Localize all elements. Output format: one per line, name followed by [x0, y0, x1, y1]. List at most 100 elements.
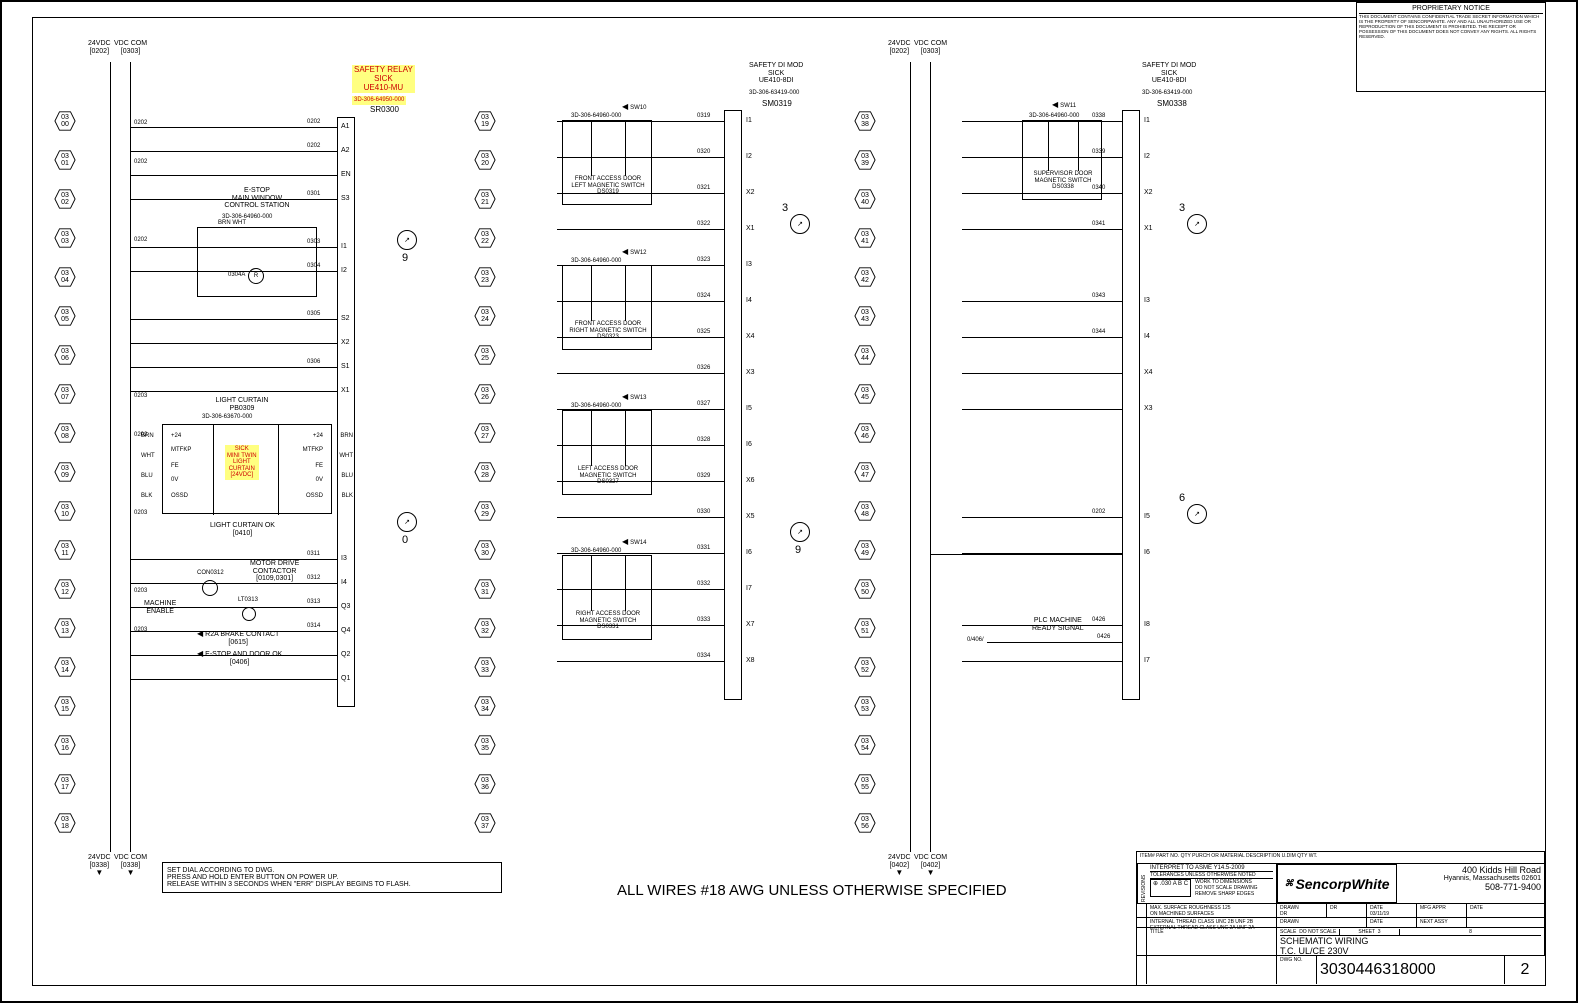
row-marker: 03 02	[54, 188, 76, 210]
sw11: SW11	[1052, 100, 1076, 109]
r2a-label: R2A BRAKE CONTACT [0615]	[197, 630, 279, 646]
pin-Q3: Q3	[341, 603, 350, 610]
pin-X4: X4	[746, 333, 755, 340]
sr0300-title: SAFETY RELAY SICK UE410-MU	[352, 65, 415, 93]
row-marker: 03 40	[854, 188, 876, 210]
pin-X2: X2	[1144, 189, 1153, 196]
switch-ds0338: 3D-306-64960-000 SUPERVISOR DOOR MAGNETI…	[1022, 120, 1102, 200]
row-marker: 03 04	[54, 266, 76, 288]
bus-24vdc-col1	[110, 62, 111, 852]
row-marker: 03 27	[474, 422, 496, 444]
sheetref-0: ↗	[397, 512, 417, 532]
lc-box: SICK MINI TWIN LIGHT CURTAIN [24VDC] BRN…	[162, 424, 332, 514]
drawing-number: 3030446318000	[1317, 956, 1505, 984]
bus-label-col3-tr: VDC COM [0303]	[914, 40, 947, 55]
module-sr0300	[337, 117, 355, 707]
row-marker: 03 03	[54, 227, 76, 249]
pin-X3: X3	[1144, 405, 1153, 412]
title-block: ITEM# PART NO. QTY PURCH OR MATERIAL DES…	[1136, 851, 1546, 986]
pin-I8: I8	[1144, 621, 1150, 628]
row-marker: 03 34	[474, 695, 496, 717]
drawing-sheet: PROPRIETARY NOTICE THIS DOCUMENT CONTAIN…	[0, 0, 1578, 1003]
pin-S2: S2	[341, 315, 350, 322]
bus-com-col1	[130, 62, 131, 852]
row-marker: 03 53	[854, 695, 876, 717]
row-marker: 03 11	[54, 539, 76, 561]
bus-label-col3-bl: 24VDC [0402]	[888, 854, 911, 878]
proprietary-body: THIS DOCUMENT CONTAINS CONFIDENTIAL TRAD…	[1359, 15, 1543, 40]
row-marker: 03 29	[474, 500, 496, 522]
row-marker: 03 25	[474, 344, 496, 366]
sm0338-title: SAFETY DI MOD SICK UE410-8DI	[1142, 62, 1196, 85]
lc-label: LIGHT CURTAIN PB0309	[172, 397, 312, 412]
row-marker: 03 42	[854, 266, 876, 288]
row-marker: 03 39	[854, 149, 876, 171]
pin-I2: I2	[746, 153, 752, 160]
row-marker: 03 10	[54, 500, 76, 522]
sm0338-partno: 3D-306-63419-000	[1142, 90, 1192, 97]
row-marker: 03 46	[854, 422, 876, 444]
bus-label-col1-tr: VDC COM [0303]	[114, 40, 147, 55]
wire-spec-note: ALL WIRES #18 AWG UNLESS OTHERWISE SPECI…	[617, 882, 1007, 899]
company-logo: ⌘SencorpWhite	[1277, 864, 1397, 903]
pin-I6: I6	[1144, 549, 1150, 556]
row-marker: 03 36	[474, 773, 496, 795]
row-marker: 03 18	[54, 812, 76, 834]
pin-S3: S3	[341, 195, 350, 202]
pin-X4: X4	[1144, 369, 1153, 376]
pin-A1: A1	[341, 123, 350, 130]
row-marker: 03 13	[54, 617, 76, 639]
module-sm0338	[1122, 110, 1140, 700]
row-marker: 03 08	[54, 422, 76, 444]
sm0319-title: SAFETY DI MOD SICK UE410-8DI	[749, 62, 803, 85]
pin-X6: X6	[746, 477, 755, 484]
pin-I7: I7	[746, 585, 752, 592]
pin-I3: I3	[746, 261, 752, 268]
tb-revisions-label: REVISIONS	[1137, 864, 1147, 903]
pin-Q4: Q4	[341, 627, 350, 634]
row-marker: 03 35	[474, 734, 496, 756]
row-marker: 03 44	[854, 344, 876, 366]
row-marker: 03 09	[54, 461, 76, 483]
sm0319-ref: SM0319	[762, 100, 792, 109]
row-marker: 03 26	[474, 383, 496, 405]
sheetref-9a: ↗	[397, 230, 417, 250]
pin-I4: I4	[1144, 333, 1150, 340]
sm0319-partno: 3D-306-63419-000	[749, 90, 799, 97]
pin-X2: X2	[341, 339, 350, 346]
pin-EN: EN	[341, 171, 351, 178]
pin-X8: X8	[746, 657, 755, 664]
pin-X5: X5	[746, 513, 755, 520]
row-marker: 03 31	[474, 578, 496, 600]
pin-I4: I4	[746, 297, 752, 304]
pin-I5: I5	[746, 405, 752, 412]
pin-A2: A2	[341, 147, 350, 154]
row-marker: 03 19	[474, 110, 496, 132]
tb-rev-header: ITEM# PART NO. QTY PURCH OR MATERIAL DES…	[1137, 852, 1545, 863]
lc-highlight: SICK MINI TWIN LIGHT CURTAIN [24VDC]	[225, 445, 259, 480]
pin-X7: X7	[746, 621, 755, 628]
row-marker: 03 43	[854, 305, 876, 327]
sm0338-ref: SM0338	[1157, 100, 1187, 109]
row-marker: 03 37	[474, 812, 496, 834]
row-marker: 03 12	[54, 578, 76, 600]
pin-I1: I1	[341, 243, 347, 250]
row-marker: 03 16	[54, 734, 76, 756]
row-marker: 03 33	[474, 656, 496, 678]
estop-tags: BRN WHT	[218, 220, 246, 226]
row-marker: 03 49	[854, 539, 876, 561]
pin-X1: X1	[1144, 225, 1153, 232]
pin-I2: I2	[1144, 153, 1150, 160]
dial-note: SET DIAL ACCORDING TO DWG. PRESS AND HOL…	[162, 862, 502, 893]
bus-label-col1-bl: 24VDC [0338]	[88, 854, 111, 878]
row-marker: 03 22	[474, 227, 496, 249]
lc-ok: LIGHT CURTAIN OK [0410]	[210, 522, 275, 537]
pin-I3: I3	[1144, 297, 1150, 304]
pin-I6: I6	[746, 549, 752, 556]
estop-box: BRN WHT R 0304A	[197, 227, 317, 297]
pin-X1: X1	[341, 387, 350, 394]
pin-X3: X3	[746, 369, 755, 376]
row-marker: 03 51	[854, 617, 876, 639]
bus-24vdc-col3	[910, 62, 911, 852]
pin-I7: I7	[1144, 657, 1150, 664]
